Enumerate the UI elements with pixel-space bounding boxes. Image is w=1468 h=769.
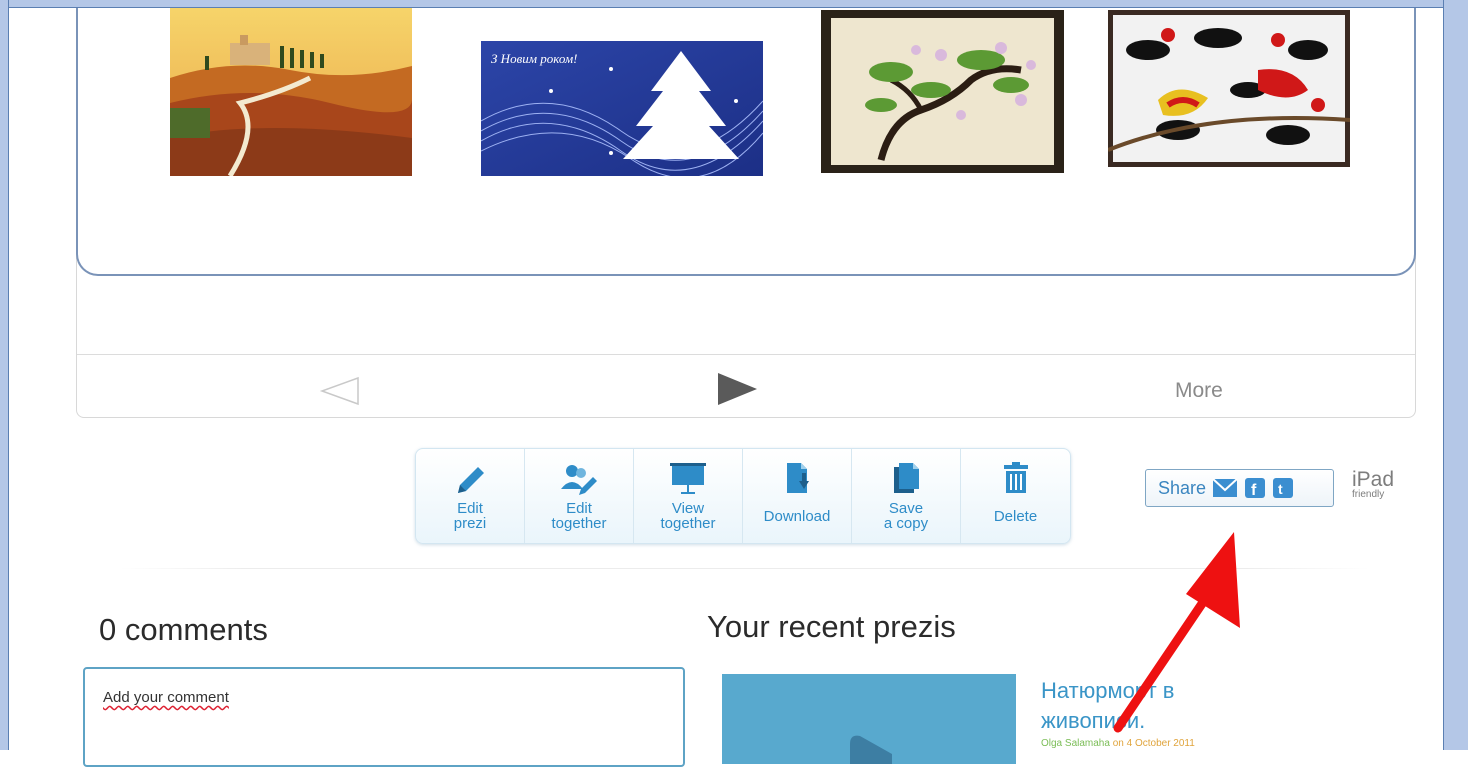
facebook-icon[interactable]: f — [1244, 477, 1266, 499]
recent-prezi-meta: Olga Salamaha on 4 October 2011 — [1041, 738, 1195, 749]
save-copy-button[interactable]: Save a copy — [852, 449, 961, 543]
ipad-friendly-badge: iPad friendly — [1352, 468, 1395, 500]
save-copy-label: Save a copy — [883, 500, 929, 532]
view-together-label: View together — [660, 500, 716, 532]
slide-frame-right — [1443, 0, 1468, 750]
delete-button[interactable]: Delete — [961, 449, 1070, 543]
ipad-label: iPad — [1352, 468, 1395, 491]
email-icon[interactable] — [1212, 477, 1238, 499]
new-year-card[interactable]: З Новим роком! — [481, 41, 763, 176]
download-button[interactable]: Download — [743, 449, 852, 543]
tuscany-landscape-painting[interactable] — [170, 8, 412, 176]
friendly-label: friendly — [1352, 489, 1385, 500]
blossom-tree-embroidery[interactable] — [821, 10, 1064, 173]
edit-prezi-button[interactable]: Edit prezi — [416, 449, 525, 543]
recent-prezi-thumbnail[interactable] — [722, 674, 1016, 764]
edit-together-label: Edit together — [551, 500, 607, 532]
share-button[interactable]: Share f t — [1145, 469, 1334, 507]
comment-input[interactable]: Add your comment — [83, 667, 685, 767]
pencil-icon — [458, 467, 484, 493]
people-pencil-icon — [561, 465, 597, 495]
more-button[interactable]: More — [1175, 379, 1223, 403]
slide-frame-left — [0, 0, 9, 750]
svg-text:f: f — [1251, 482, 1257, 499]
projector-screen-icon — [670, 463, 706, 494]
stained-glass-birds[interactable] — [1108, 10, 1350, 167]
download-label: Download — [763, 508, 831, 525]
copy-icon — [894, 463, 919, 493]
share-label: Share — [1158, 477, 1207, 498]
edit-prezi-label: Edit prezi — [453, 500, 487, 532]
recent-prezis-heading: Your recent prezis — [707, 609, 956, 644]
comments-heading: 0 comments — [99, 612, 268, 647]
twitter-icon[interactable]: t — [1272, 477, 1294, 499]
previous-step-icon[interactable] — [318, 376, 362, 406]
trash-icon — [1003, 462, 1028, 493]
svg-text:t: t — [1278, 481, 1283, 497]
edit-together-button[interactable]: Edit together — [525, 449, 634, 543]
prezi-toolbar: Edit prezi Edit together View together D… — [415, 448, 1071, 544]
section-divider — [120, 568, 1370, 569]
recent-prezi-title-link[interactable]: Натюрморт в живописи. — [1041, 676, 1241, 736]
download-icon — [787, 463, 809, 493]
recent-prezi-date: on 4 October 2011 — [1109, 738, 1195, 749]
view-together-button[interactable]: View together — [634, 449, 743, 543]
card-greeting: З Новим роком! — [491, 51, 577, 66]
delete-label: Delete — [993, 508, 1038, 525]
next-step-icon[interactable] — [714, 372, 760, 406]
recent-prezi-author[interactable]: Olga Salamaha — [1041, 738, 1110, 749]
